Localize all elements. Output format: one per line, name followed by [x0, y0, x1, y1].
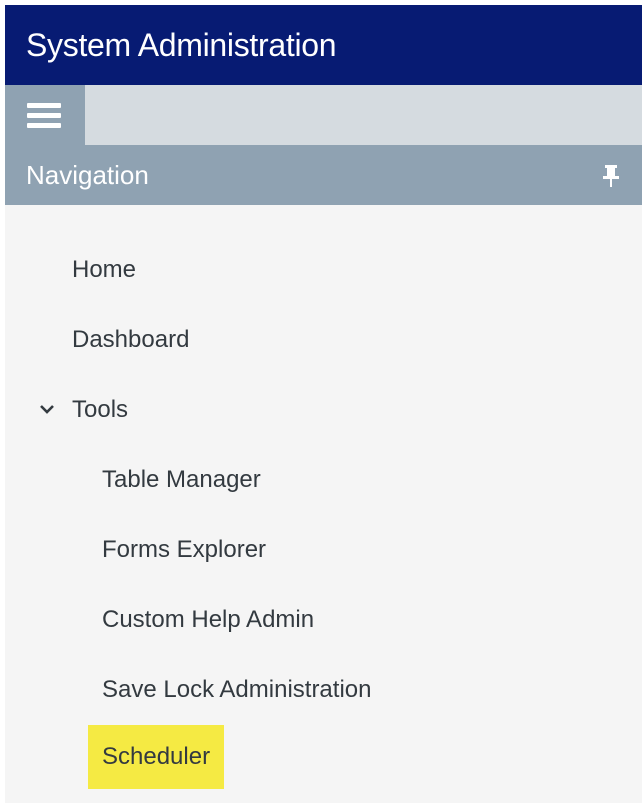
nav-item-save-lock-administration[interactable]: Save Lock Administration: [102, 668, 371, 712]
page-title: System Administration: [26, 27, 337, 63]
navigation-title: Navigation: [26, 160, 149, 190]
hamburger-menu-button[interactable]: [5, 85, 85, 145]
nav-item-label: Table Manager: [102, 466, 261, 493]
pin-icon[interactable]: [603, 165, 619, 187]
nav-item-custom-help-admin[interactable]: Custom Help Admin: [102, 598, 314, 642]
nav-item-forms-explorer[interactable]: Forms Explorer: [102, 528, 266, 572]
nav-item-label: Scheduler: [102, 743, 211, 770]
nav-item-dashboard[interactable]: Dashboard: [72, 318, 189, 362]
nav-item-home[interactable]: Home: [72, 248, 136, 292]
nav-item-label: Forms Explorer: [102, 536, 267, 563]
nav-item-label: Dashboard: [72, 326, 190, 353]
toolbar: [5, 85, 642, 145]
nav-item-tools[interactable]: Tools: [72, 388, 128, 432]
chevron-down-icon[interactable]: [39, 403, 55, 415]
nav-item-label: Custom Help Admin: [102, 606, 315, 633]
navigation-list: Home Dashboard Tools Table Manager Forms…: [5, 205, 642, 803]
title-bar: System Administration: [5, 5, 642, 85]
nav-item-label: Save Lock Administration: [102, 676, 372, 703]
app-frame: System Administration Navigation Home Da…: [5, 5, 642, 803]
nav-item-table-manager[interactable]: Table Manager: [102, 458, 261, 502]
nav-item-label: Home: [72, 256, 137, 283]
nav-item-label: Tools: [72, 396, 129, 423]
nav-item-scheduler[interactable]: Scheduler: [88, 725, 225, 789]
navigation-header: Navigation: [5, 145, 642, 205]
